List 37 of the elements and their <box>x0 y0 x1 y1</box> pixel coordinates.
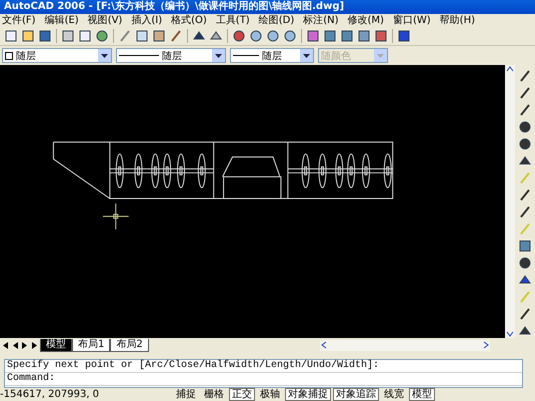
menu-item[interactable]: 工具(T) <box>216 14 250 26</box>
menu-item[interactable]: 文件(F) <box>2 14 36 26</box>
command-line: Specify next point or [Arc/Close/Halfwidth/Length/Undo/Width]: <box>5 360 522 373</box>
line-sample-icon <box>233 54 259 57</box>
layout-tab[interactable]: 模型 <box>40 338 72 352</box>
vertical-scrollbar[interactable] <box>505 65 515 338</box>
status-toggle[interactable]: 正交 <box>229 388 255 401</box>
scroll-up-icon[interactable] <box>506 65 514 73</box>
command-line: Command: <box>5 373 522 386</box>
line-sample-icon <box>119 54 159 57</box>
status-toggle[interactable]: 对象追踪 <box>333 388 379 401</box>
layer-dropdown[interactable]: 随层 <box>2 48 112 63</box>
scroll-down-icon[interactable] <box>506 330 514 338</box>
layer-swatch-icon <box>5 52 13 60</box>
menu-item[interactable]: 修改(M) <box>348 14 384 26</box>
scroll-left-icon[interactable] <box>320 341 328 349</box>
command-window[interactable]: Specify next point or [Arc/Close/Halfwidth/Length/Undo/Width]: Command: <box>4 359 523 388</box>
menu-item[interactable]: 视图(V) <box>88 14 122 26</box>
lineweight-dropdown[interactable]: 随层 <box>230 48 314 63</box>
menu-item[interactable]: 帮助(H) <box>440 14 475 26</box>
linetype-dropdown[interactable]: 随层 <box>116 48 226 63</box>
menu-item[interactable]: 插入(I) <box>131 14 162 26</box>
menu-item[interactable]: 格式(O) <box>171 14 207 26</box>
menu-item[interactable]: 绘图(D) <box>258 14 294 26</box>
crosshair-cursor-icon <box>102 202 130 230</box>
menu-item[interactable]: 窗口(W) <box>392 14 431 26</box>
status-toggle[interactable]: 对象捕捉 <box>285 388 331 401</box>
menu-item[interactable]: 标注(N) <box>303 14 339 26</box>
layout-tab[interactable]: 布局1 <box>72 338 110 352</box>
status-toggle[interactable]: 栅格 <box>201 388 227 401</box>
layout-tab[interactable]: 布局2 <box>110 338 149 352</box>
horizontal-scrollbar[interactable] <box>320 340 490 350</box>
menu-item[interactable]: 编辑(E) <box>44 14 79 26</box>
scroll-right-icon[interactable] <box>482 341 490 349</box>
coordinates: -154617, 207993, 0 <box>0 388 100 400</box>
status-toggle[interactable]: 模型 <box>409 388 435 401</box>
window-title: AutoCAD 2006 - [F:\东方科技（编书）\做课件时用的图\轴线网图.dwg] <box>3 0 344 14</box>
